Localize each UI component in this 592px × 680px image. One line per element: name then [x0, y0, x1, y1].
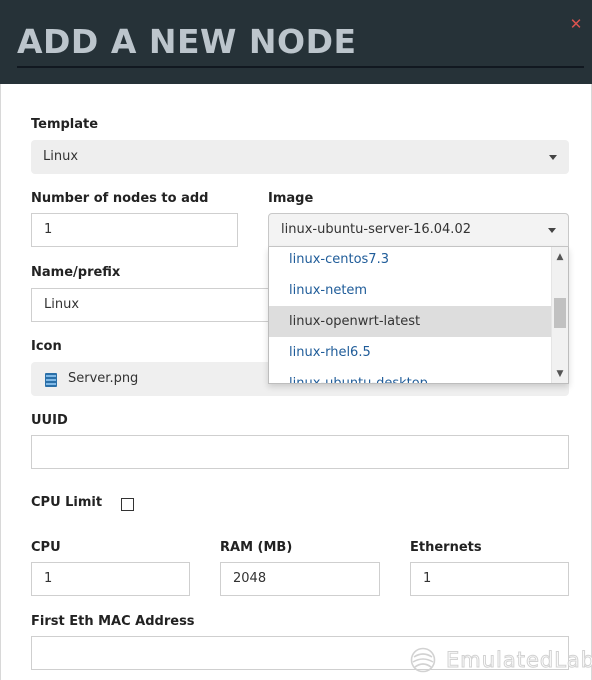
image-dropdown-list[interactable]: linux-centos7.3 linux-netem linux-openwr… [268, 247, 569, 384]
cpu-limit-label: CPU Limit [31, 495, 103, 510]
image-option-highlighted[interactable]: linux-openwrt-latest [269, 306, 552, 337]
num-nodes-input[interactable]: 1 [31, 213, 238, 247]
ram-label: RAM (MB) [220, 540, 293, 555]
uuid-input[interactable] [31, 435, 569, 469]
template-value: Linux [43, 149, 79, 164]
ethernets-label: Ethernets [410, 540, 482, 555]
chevron-down-icon [548, 228, 556, 233]
close-icon[interactable]: ✕ [569, 16, 583, 32]
server-icon [45, 373, 57, 387]
image-select[interactable]: linux-ubuntu-server-16.04.02 [268, 213, 569, 247]
num-nodes-label: Number of nodes to add [31, 191, 209, 206]
watermark-text: EmulatedLab [445, 648, 592, 673]
dropdown-scrollbar[interactable]: ▲ ▼ [551, 247, 568, 383]
icon-value: Server.png [68, 371, 139, 386]
scrollbar-thumb[interactable] [554, 298, 566, 328]
dialog-header: ADD A NEW NODE ✕ [0, 0, 592, 84]
template-select[interactable]: Linux [31, 140, 569, 174]
scroll-down-icon[interactable]: ▼ [552, 366, 568, 382]
image-label: Image [268, 191, 314, 206]
image-option[interactable]: linux-ubuntu-desktop [269, 368, 552, 383]
image-value: linux-ubuntu-server-16.04.02 [281, 222, 471, 237]
template-label: Template [31, 117, 99, 132]
ethernets-input[interactable]: 1 [410, 562, 569, 596]
scroll-up-icon[interactable]: ▲ [552, 249, 568, 265]
cpu-limit-checkbox[interactable] [121, 498, 134, 511]
image-option[interactable]: linux-centos7.3 [269, 247, 552, 275]
image-option[interactable]: linux-netem [269, 275, 552, 306]
header-divider [17, 66, 584, 68]
mac-label: First Eth MAC Address [31, 614, 195, 629]
ram-input[interactable]: 2048 [220, 562, 380, 596]
emulatedlab-logo-icon [410, 647, 436, 673]
uuid-label: UUID [31, 413, 68, 428]
icon-label: Icon [31, 339, 62, 354]
cpu-label: CPU [31, 540, 61, 555]
cpu-input[interactable]: 1 [31, 562, 190, 596]
chevron-down-icon [549, 155, 557, 160]
dialog-border-left [0, 84, 1, 680]
image-options: linux-centos7.3 linux-netem linux-openwr… [269, 247, 552, 383]
dialog-title: ADD A NEW NODE [17, 22, 357, 61]
image-option[interactable]: linux-rhel6.5 [269, 337, 552, 368]
name-prefix-label: Name/prefix [31, 265, 121, 280]
